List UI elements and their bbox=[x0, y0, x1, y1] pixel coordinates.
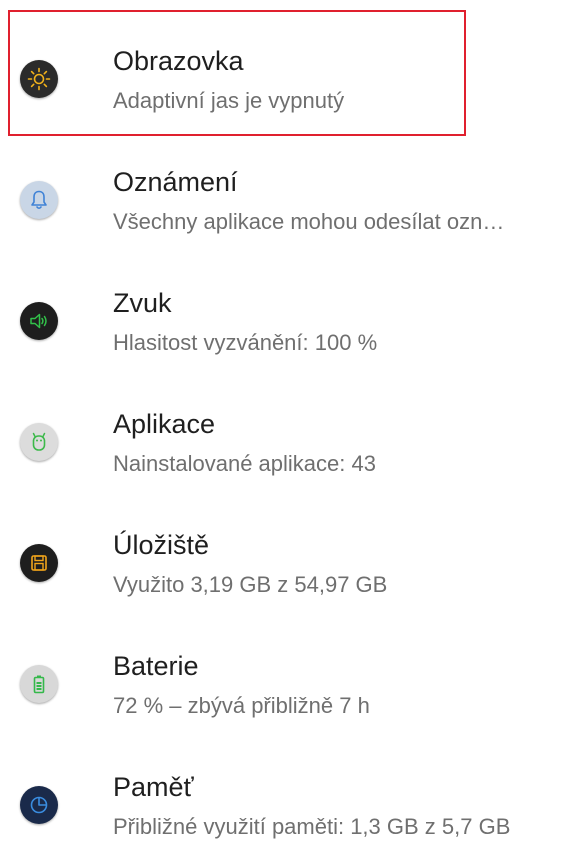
settings-item-subtitle: Přibližné využití paměti: 1,3 GB z 5,7 G… bbox=[113, 814, 511, 839]
settings-item-subtitle: Využito 3,19 GB z 54,97 GB bbox=[113, 572, 388, 597]
settings-item-memory[interactable]: Paměť Přibližné využití paměti: 1,3 GB z… bbox=[0, 746, 563, 866]
settings-item-subtitle: Hlasitost vyzvánění: 100 % bbox=[113, 330, 378, 355]
settings-item-title: Oznámení bbox=[113, 167, 238, 197]
notification-bell-icon bbox=[20, 181, 58, 219]
settings-item-notifications[interactable]: Oznámení Všechny aplikace mohou odesílat… bbox=[0, 141, 563, 261]
settings-item-subtitle: Adaptivní jas je vypnutý bbox=[113, 88, 345, 113]
settings-item-storage[interactable]: Úložiště Využito 3,19 GB z 54,97 GB bbox=[0, 504, 563, 624]
settings-item-title: Úložiště bbox=[113, 530, 210, 560]
battery-icon bbox=[20, 665, 58, 703]
settings-item-title: Obrazovka bbox=[113, 46, 244, 76]
settings-item-display[interactable]: Obrazovka Adaptivní jas je vypnutý bbox=[0, 20, 563, 140]
apps-android-icon bbox=[20, 423, 58, 461]
settings-item-subtitle: Nainstalované aplikace: 43 bbox=[113, 451, 376, 476]
settings-item-subtitle: Všechny aplikace mohou odesílat ozn… bbox=[113, 209, 505, 234]
settings-item-title: Baterie bbox=[113, 651, 199, 681]
settings-item-subtitle: 72 % – zbývá přibližně 7 h bbox=[113, 693, 370, 718]
display-brightness-icon bbox=[20, 60, 58, 98]
settings-item-apps[interactable]: Aplikace Nainstalované aplikace: 43 bbox=[0, 383, 563, 503]
settings-item-title: Aplikace bbox=[113, 409, 216, 439]
sound-speaker-icon bbox=[20, 302, 58, 340]
settings-item-title: Zvuk bbox=[113, 288, 172, 318]
settings-item-title: Paměť bbox=[113, 772, 194, 802]
settings-item-sound[interactable]: Zvuk Hlasitost vyzvánění: 100 % bbox=[0, 262, 563, 382]
storage-floppy-icon bbox=[20, 544, 58, 582]
settings-item-battery[interactable]: Baterie 72 % – zbývá přibližně 7 h bbox=[0, 625, 563, 745]
memory-pie-icon bbox=[20, 786, 58, 824]
